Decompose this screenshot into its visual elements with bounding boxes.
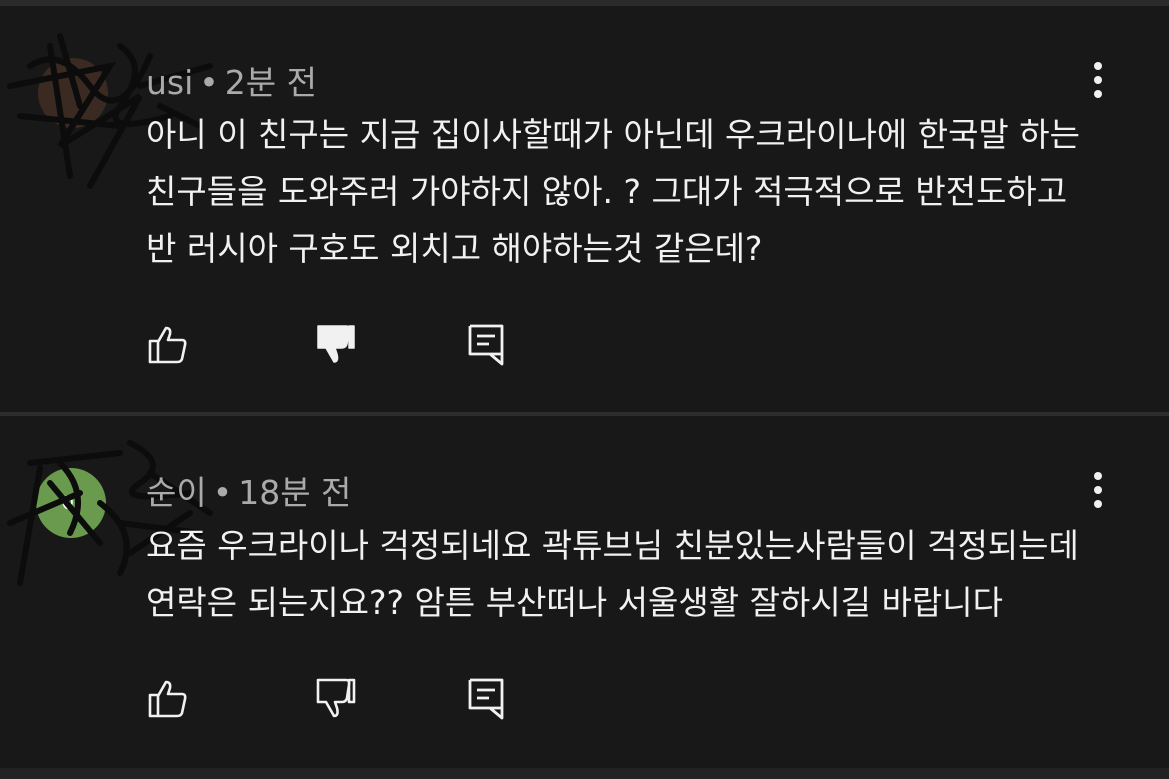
- more-options-button[interactable]: [1085, 468, 1111, 512]
- avatar[interactable]: 이: [36, 468, 106, 538]
- comment-time[interactable]: 2분 전: [225, 63, 317, 102]
- more-vert-icon: [1094, 62, 1102, 70]
- meta-separator: •: [199, 63, 219, 102]
- avatar[interactable]: [38, 58, 108, 128]
- dislike-button[interactable]: [314, 676, 358, 720]
- comment-line: 반 러시아 구호도 외치고 해야하는것 같은데?: [146, 229, 763, 268]
- comment-line: 연락은 되는지요?? 암튼 부산떠나 서울생활 잘하시길 바랍니다: [146, 583, 1003, 622]
- meta-separator: •: [212, 473, 233, 512]
- more-vert-icon: [1094, 472, 1102, 480]
- like-button[interactable]: [146, 322, 190, 366]
- thumb-down-icon: [317, 325, 355, 363]
- comment-divider: [0, 412, 1169, 416]
- reply-button[interactable]: [464, 322, 508, 366]
- reply-icon: [468, 324, 504, 366]
- comment-time[interactable]: 18분 전: [238, 473, 351, 512]
- comment-text: 요즘 우크라이나 걱정되네요 곽튜브님 친분있는사람들이 걱정되는데 연락은 되…: [146, 517, 1106, 631]
- comment-meta: 순이 • 18분 전: [146, 466, 351, 514]
- comment-item: usi • 2분 전 아니 이 친구는 지금 집이사할때가 아닌데 우크라이나에 한…: [0, 6, 1169, 412]
- thumb-up-icon: [148, 680, 187, 718]
- more-options-button[interactable]: [1085, 58, 1111, 102]
- comment-line: 요즘 우크라이나 걱정되네요 곽튜브님 친분있는사람들이 걱정되는데: [146, 526, 1079, 565]
- bottom-divider: [0, 768, 1169, 779]
- comment-meta: usi • 2분 전: [146, 56, 317, 104]
- comment-line: 친구들을 도와주러 가야하지 않아. ? 그대가 적극적으로 반전도하고: [146, 172, 1068, 211]
- reply-button[interactable]: [464, 676, 508, 720]
- comment-item: 이 순이 • 18분 전 요즘 우크라이나 걱정되네요 곽튜브님 친분있는사람들이 …: [0, 418, 1169, 768]
- thumb-up-icon: [148, 326, 187, 364]
- comment-text: 아니 이 친구는 지금 집이사할때가 아닌데 우크라이나에 한국말 하는 친구들…: [146, 106, 1106, 277]
- reply-icon: [468, 678, 504, 720]
- thumb-down-icon: [316, 678, 356, 718]
- author-name[interactable]: 순이: [146, 473, 207, 512]
- author-name[interactable]: usi: [146, 63, 193, 102]
- like-button[interactable]: [146, 676, 190, 720]
- avatar-initial: 이: [60, 493, 82, 518]
- comment-line: 아니 이 친구는 지금 집이사할때가 아닌데 우크라이나에 한국말 하는: [146, 115, 1080, 154]
- dislike-button[interactable]: [314, 322, 358, 366]
